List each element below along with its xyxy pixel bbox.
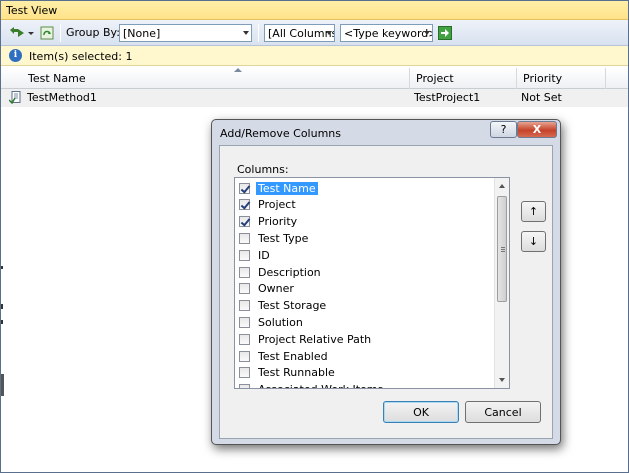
cell-test-name: TestMethod1 xyxy=(27,91,97,104)
column-checkbox[interactable] xyxy=(239,232,250,244)
column-option-label: Solution xyxy=(258,315,303,329)
cell-project: TestProject1 xyxy=(414,91,481,104)
run-tests-button[interactable] xyxy=(7,24,35,41)
arrow-up-icon: ↑ xyxy=(528,205,539,218)
run-icon xyxy=(10,26,34,37)
dialog-body: Columns: Test Name Project Priority Test Ty… xyxy=(219,145,553,439)
chevron-down-icon xyxy=(424,31,430,35)
column-option[interactable]: Test Storage xyxy=(239,298,328,314)
column-checkbox[interactable] xyxy=(239,333,250,345)
selection-status: Item(s) selected: 1 xyxy=(29,50,133,63)
column-option[interactable]: Associated Work Items xyxy=(239,382,385,388)
grid-header: Test Name Project Priority xyxy=(1,68,628,89)
column-option-label: Owner xyxy=(258,282,294,296)
column-checkbox[interactable] xyxy=(239,249,250,261)
refresh-icon xyxy=(40,26,54,39)
scroll-up-icon[interactable] xyxy=(499,184,505,188)
scroll-down-icon[interactable] xyxy=(499,378,505,382)
listbox-scrollbar[interactable] xyxy=(494,178,509,388)
close-button[interactable]: X xyxy=(517,121,557,138)
test-method-icon xyxy=(9,91,21,104)
column-option-label: Test Runnable xyxy=(258,366,335,380)
column-option-label: Associated Work Items xyxy=(256,383,385,388)
column-option[interactable]: Owner xyxy=(239,281,296,297)
column-option-label: Test Type xyxy=(258,231,309,245)
column-checkbox[interactable] xyxy=(239,350,250,362)
column-option-label: Priority xyxy=(258,215,298,229)
chevron-down-icon xyxy=(243,31,249,35)
test-view-window: Test View Group By: [None] [All Columns] xyxy=(0,0,629,473)
column-option[interactable]: ID xyxy=(239,247,272,263)
move-up-button[interactable]: ↑ xyxy=(521,201,546,222)
columns-listbox[interactable]: Test Name Project Priority Test Type ID Descr… xyxy=(234,177,510,389)
column-option[interactable]: Test Name xyxy=(239,180,318,196)
arrow-down-icon: ↓ xyxy=(528,235,539,248)
column-checkbox[interactable] xyxy=(239,216,250,228)
keyword-value: <Type keyword> xyxy=(344,27,433,40)
column-checkbox[interactable] xyxy=(239,316,250,328)
column-checkbox[interactable] xyxy=(239,182,250,194)
toolbar-separator xyxy=(60,24,61,42)
column-option[interactable]: Priority xyxy=(239,214,299,230)
column-checkbox[interactable] xyxy=(239,283,250,295)
close-icon: X xyxy=(532,123,542,136)
group-by-label: Group By: xyxy=(66,26,120,39)
group-by-value: [None] xyxy=(123,27,161,40)
dialog-title: Add/Remove Columns xyxy=(220,127,341,140)
column-option-label: Test Enabled xyxy=(258,349,328,363)
column-filter-combo[interactable]: [All Columns] xyxy=(264,24,335,42)
help-icon: ? xyxy=(500,123,507,136)
chevron-down-icon xyxy=(326,31,332,35)
apply-filter-button[interactable] xyxy=(437,24,453,41)
scroll-thumb[interactable] xyxy=(497,196,507,302)
clipped-edge-marks xyxy=(1,266,4,396)
column-header-test-name[interactable]: Test Name xyxy=(22,68,410,89)
column-filter-value: [All Columns] xyxy=(268,27,335,40)
column-checkbox[interactable] xyxy=(239,266,250,278)
column-checkbox[interactable] xyxy=(239,300,250,312)
info-bar: i Item(s) selected: 1 xyxy=(1,46,628,66)
ok-button[interactable]: OK xyxy=(383,401,459,423)
add-remove-columns-dialog: Add/Remove Columns ? X Columns: Test Nam… xyxy=(211,119,561,445)
title-bar: Test View xyxy=(1,1,628,20)
column-option[interactable]: Test Enabled xyxy=(239,348,330,364)
column-option[interactable]: Solution xyxy=(239,314,305,330)
cell-priority: Not Set xyxy=(521,91,562,104)
column-option[interactable]: Project Relative Path xyxy=(239,331,373,347)
window-title: Test View xyxy=(6,4,58,17)
column-option-label: ID xyxy=(258,248,270,262)
column-option-label: Test Storage xyxy=(258,299,327,313)
group-by-combo[interactable]: [None] xyxy=(119,24,252,42)
move-down-button[interactable]: ↓ xyxy=(521,231,546,252)
column-option[interactable]: Description xyxy=(239,264,323,280)
column-checkbox[interactable] xyxy=(239,199,250,211)
sort-ascending-icon xyxy=(234,68,242,72)
cancel-button[interactable]: Cancel xyxy=(465,401,541,423)
help-button[interactable]: ? xyxy=(490,121,517,138)
toolbar-separator xyxy=(258,24,259,42)
column-header-priority[interactable]: Priority xyxy=(517,68,606,89)
column-option-label: Description xyxy=(258,265,321,279)
column-checkbox[interactable] xyxy=(239,367,250,379)
column-option-label: Project xyxy=(258,198,296,212)
column-option[interactable]: Test Runnable xyxy=(239,365,337,381)
column-option[interactable]: Test Type xyxy=(239,230,310,246)
refresh-button[interactable] xyxy=(39,24,55,41)
column-header-project[interactable]: Project xyxy=(410,68,517,89)
table-row[interactable]: TestMethod1 TestProject1 Not Set xyxy=(1,89,628,107)
info-icon: i xyxy=(9,49,22,62)
columns-label: Columns: xyxy=(237,163,289,176)
go-arrow-icon xyxy=(438,25,452,40)
column-option-label: Test Name xyxy=(256,181,318,195)
column-option-label: Project Relative Path xyxy=(258,332,372,346)
toolbar: Group By: [None] [All Columns] <Type key… xyxy=(1,20,628,46)
column-checkbox[interactable] xyxy=(239,384,250,388)
keyword-combo[interactable]: <Type keyword> xyxy=(340,24,433,42)
column-option[interactable]: Project xyxy=(239,197,298,213)
grip-icon xyxy=(501,247,505,248)
